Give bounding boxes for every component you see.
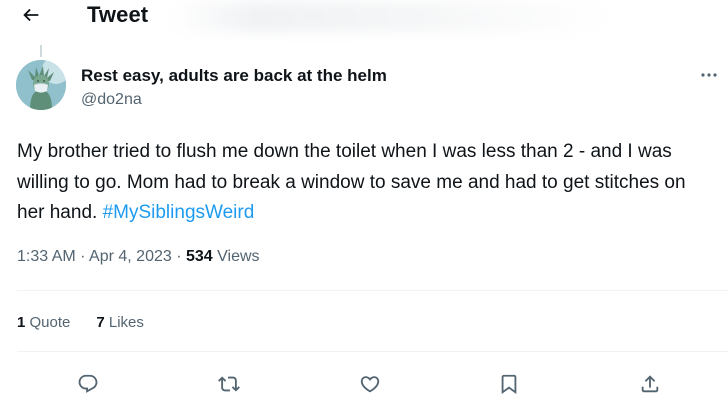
more-options-button[interactable]	[694, 64, 724, 86]
reply-button[interactable]	[73, 370, 103, 398]
page-title: Tweet	[87, 2, 149, 27]
tweet-date[interactable]: Apr 4, 2023	[89, 248, 172, 265]
divider	[17, 351, 728, 352]
like-button[interactable]	[355, 370, 385, 398]
more-dots-icon	[701, 73, 717, 77]
bookmark-icon	[501, 374, 517, 395]
quotes-label: Quote	[25, 314, 71, 331]
heart-icon	[360, 376, 380, 393]
arrow-left-icon	[23, 8, 39, 22]
thread-connector-line	[40, 45, 42, 57]
likes-stat[interactable]: 7 Likes	[96, 313, 144, 333]
views-label: Views	[212, 248, 260, 265]
retweet-button[interactable]	[214, 370, 244, 398]
bookmark-button[interactable]	[494, 370, 524, 398]
divider	[17, 290, 728, 291]
likes-label: Likes	[104, 314, 144, 331]
tweet-text: My brother tried to flush me down the to…	[17, 137, 717, 229]
meta-separator: ·	[171, 248, 186, 265]
engagement-stats: 1 Quote 7 Likes	[17, 313, 144, 333]
likes-count: 7	[96, 314, 105, 331]
avatar[interactable]	[16, 60, 66, 110]
views-count: 534	[186, 248, 213, 265]
hashtag-link[interactable]: #MySiblingsWeird	[103, 202, 255, 223]
meta-separator: ·	[75, 248, 90, 265]
retweet-icon	[218, 376, 240, 392]
tweet-time[interactable]: 1:33 AM	[17, 248, 76, 265]
blurred-header-region	[170, 2, 610, 32]
share-icon	[641, 375, 659, 393]
top-bar: Tweet	[0, 0, 728, 34]
statue-of-liberty-avatar-image	[16, 60, 66, 110]
share-button[interactable]	[635, 370, 665, 398]
quotes-stat[interactable]: 1 Quote	[17, 313, 70, 333]
back-button[interactable]	[14, 0, 48, 30]
tweet-metadata: 1:33 AM · Apr 4, 2023 · 534 Views	[17, 246, 260, 268]
author-display-name[interactable]: Rest easy, adults are back at the helm	[81, 65, 387, 86]
author-handle[interactable]: @do2na	[81, 90, 142, 110]
reply-icon	[78, 374, 98, 393]
